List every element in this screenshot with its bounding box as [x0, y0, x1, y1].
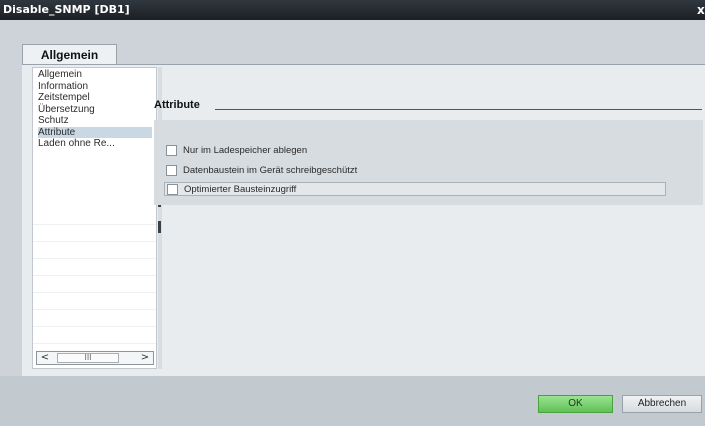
splitter-grip-icon[interactable]: [158, 221, 161, 233]
nav-empty-rows: [33, 208, 156, 348]
close-icon[interactable]: x: [697, 0, 705, 20]
scroll-right-icon[interactable]: >: [138, 352, 152, 364]
checkbox-row[interactable]: Nur im Ladespeicher ablegen: [166, 143, 307, 157]
nav-panel: Allgemein Information Zeitstempel Überse…: [32, 67, 157, 369]
tab-allgemein[interactable]: Allgemein: [22, 44, 117, 65]
window-title: Disable_SNMP [DB1]: [3, 3, 130, 16]
checkbox-nur-im-ladespeicher[interactable]: [166, 144, 177, 156]
nav-item-schutz[interactable]: Schutz: [38, 115, 152, 127]
tab-strip: Allgemein: [22, 44, 705, 65]
nav-item-attribute[interactable]: Attribute: [38, 126, 152, 138]
section-divider: [215, 109, 702, 110]
checkbox-label: Optimierter Bausteinzugriff: [184, 183, 297, 195]
panel-splitter[interactable]: [158, 67, 162, 369]
tab-content: Allgemein Information Zeitstempel Überse…: [22, 64, 705, 376]
dialog-footer: OK Abbrechen: [0, 376, 705, 426]
checkbox-label: Nur im Ladespeicher ablegen: [183, 144, 308, 156]
checkbox-row[interactable]: Optimierter Bausteinzugriff: [164, 182, 666, 196]
nav-item-information[interactable]: Information: [38, 81, 152, 93]
nav-item-zeitstempel[interactable]: Zeitstempel: [38, 92, 152, 104]
cancel-button[interactable]: Abbrechen: [622, 395, 702, 413]
checkbox-label: Datenbaustein im Gerät schreibgeschützt: [183, 164, 358, 176]
section-title: Attribute: [154, 99, 200, 111]
nav-item-laden-ohne-reinitialisierung[interactable]: Laden ohne Re...: [38, 138, 152, 150]
scroll-thumb[interactable]: III: [57, 353, 119, 363]
horizontal-scrollbar[interactable]: < III >: [36, 351, 154, 365]
scroll-left-icon[interactable]: <: [38, 352, 52, 364]
ok-button[interactable]: OK: [538, 395, 613, 413]
attributes-group: Nur im Ladespeicher ablegen Datenbaustei…: [154, 120, 703, 205]
checkbox-schreibgeschuetzt[interactable]: [166, 164, 177, 176]
nav-item-uebersetzung[interactable]: Übersetzung: [38, 104, 152, 116]
window-titlebar: Disable_SNMP [DB1] x: [0, 0, 705, 20]
checkbox-row[interactable]: Datenbaustein im Gerät schreibgeschützt: [166, 163, 357, 177]
nav-item-allgemein[interactable]: Allgemein: [38, 69, 152, 81]
dialog-body: Allgemein Allgemein Information Zeitstem…: [0, 20, 705, 426]
checkbox-optimierter-zugriff[interactable]: [167, 183, 178, 195]
nav-list: Allgemein Information Zeitstempel Überse…: [33, 68, 156, 150]
